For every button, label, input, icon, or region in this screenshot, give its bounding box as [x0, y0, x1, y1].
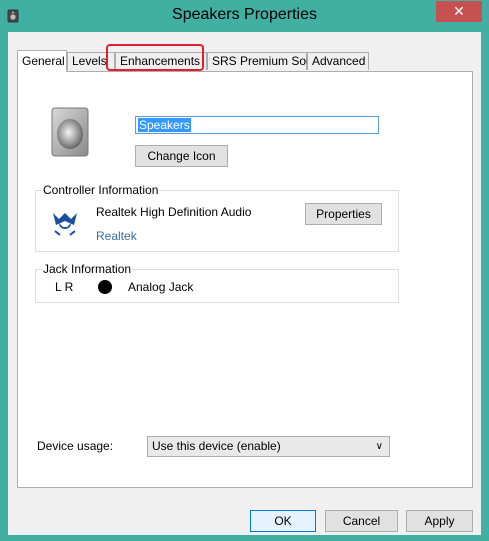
enhancements-tab-highlight	[106, 44, 204, 71]
close-button[interactable]: ✕	[436, 1, 482, 22]
device-name-input[interactable]: Speakers	[135, 116, 379, 134]
controller-name: Realtek High Definition Audio	[96, 205, 252, 219]
properties-window: Speakers Properties ✕ General Levels Enh…	[0, 0, 489, 541]
controller-info-label: Controller Information	[42, 183, 160, 197]
window-title: Speakers Properties	[172, 6, 317, 23]
realtek-link[interactable]: Realtek	[96, 229, 137, 243]
controller-info-group: Controller Information Realtek High Defi…	[35, 183, 399, 252]
tab-srs-premium-sound[interactable]: SRS Premium Sound	[207, 52, 326, 70]
jack-indicator-icon	[98, 280, 112, 294]
speaker-device-icon	[51, 107, 89, 157]
device-usage-label: Device usage:	[37, 439, 114, 453]
realtek-logo-icon	[53, 213, 77, 236]
close-icon: ✕	[453, 3, 465, 19]
jack-type: Analog Jack	[128, 280, 194, 294]
device-usage-select[interactable]: Use this device (enable) ∨	[147, 436, 390, 457]
change-icon-button[interactable]: Change Icon	[135, 145, 228, 167]
device-name-value: Speakers	[138, 118, 191, 132]
tab-general[interactable]: General	[17, 50, 67, 72]
chevron-down-icon: ∨	[375, 441, 383, 452]
dialog-client: General Levels Enhancements SRS Premium …	[8, 32, 481, 535]
jack-channels: L R	[55, 280, 74, 294]
controller-properties-button[interactable]: Properties	[305, 203, 382, 225]
general-tab-panel: Speakers Change Icon Controller Informat…	[17, 71, 473, 488]
apply-button[interactable]: Apply	[406, 510, 473, 532]
jack-info-group: Jack Information L R Analog Jack	[35, 262, 399, 303]
device-usage-value: Use this device (enable)	[152, 439, 281, 453]
tab-advanced[interactable]: Advanced	[307, 52, 369, 70]
cancel-button[interactable]: Cancel	[325, 510, 398, 532]
ok-button[interactable]: OK	[250, 510, 316, 532]
title-bar[interactable]: Speakers Properties ✕	[1, 1, 488, 32]
jack-info-label: Jack Information	[42, 262, 133, 276]
